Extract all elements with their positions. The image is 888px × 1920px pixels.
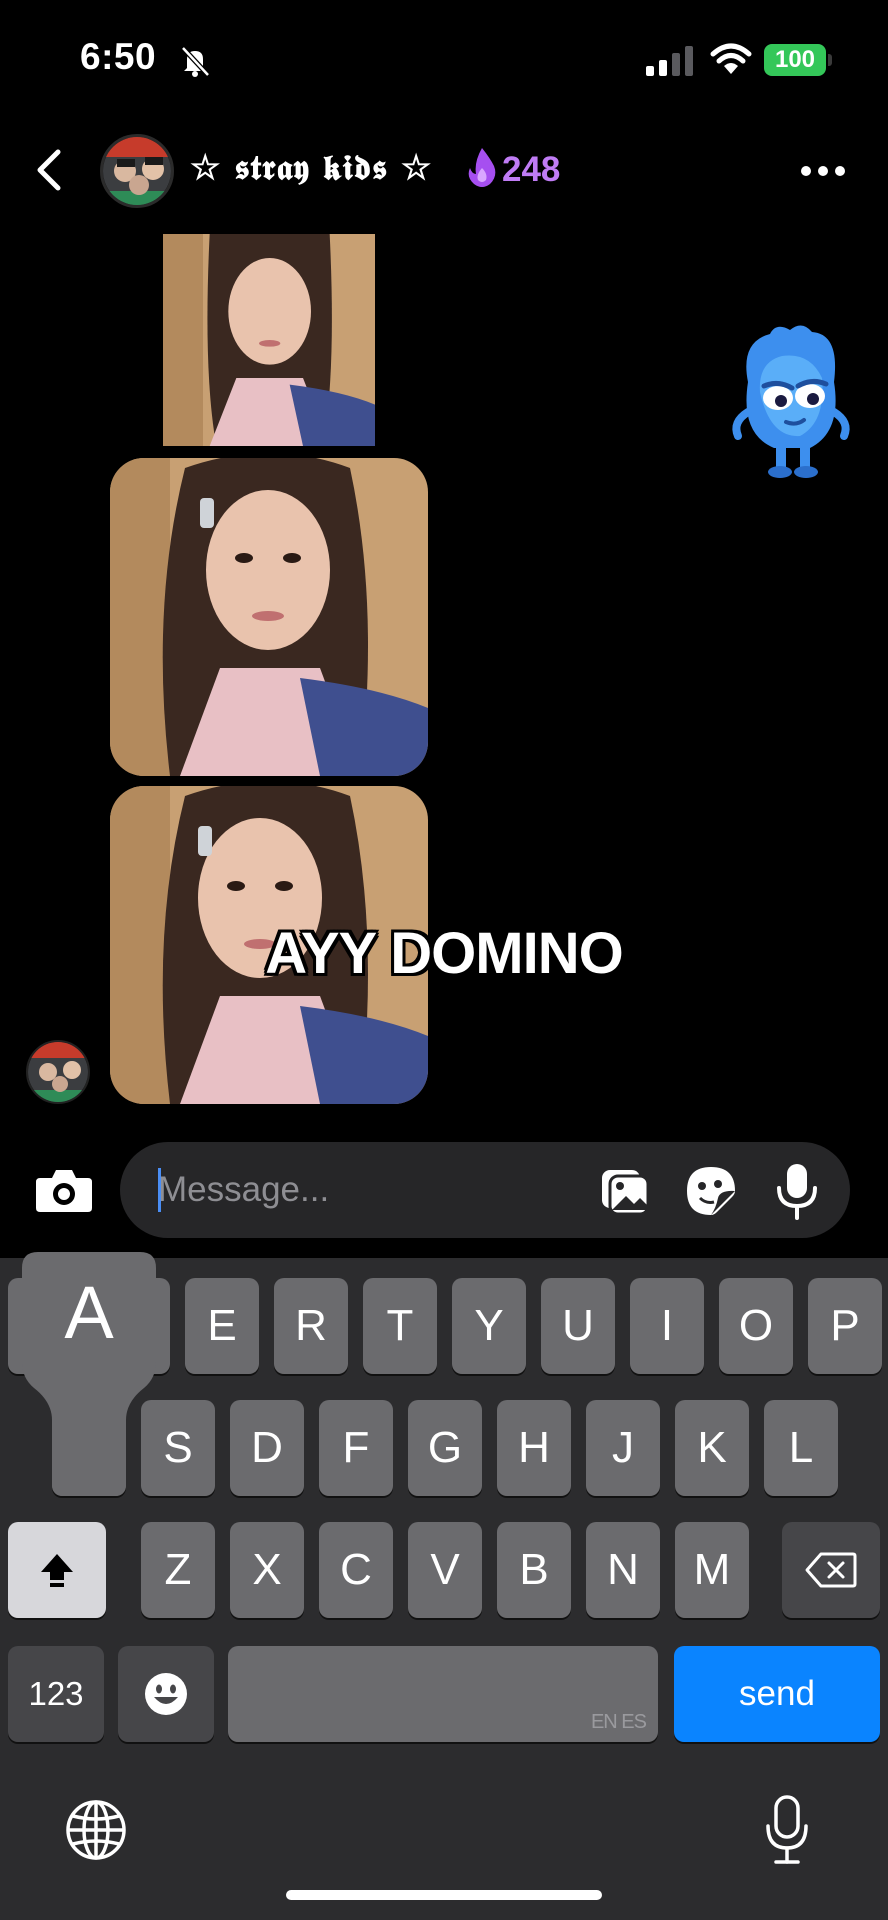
message-photo-2[interactable]	[110, 458, 428, 776]
key-z[interactable]: Z	[141, 1522, 215, 1618]
key-f[interactable]: F	[319, 1400, 393, 1496]
backspace-key[interactable]	[782, 1522, 880, 1618]
streak-count: 248	[502, 150, 561, 189]
key-k[interactable]: K	[675, 1400, 749, 1496]
flame-icon	[468, 148, 496, 187]
sender-avatar[interactable]	[26, 1040, 90, 1104]
key-h[interactable]: H	[497, 1400, 571, 1496]
key-x[interactable]: X	[230, 1522, 304, 1618]
key-y[interactable]: Y	[452, 1278, 526, 1374]
camera-icon[interactable]	[34, 1164, 94, 1216]
bell-slash-icon	[181, 46, 210, 77]
key-press-popup-letter: A	[64, 1271, 114, 1354]
backspace-icon	[805, 1552, 857, 1588]
text-caret	[158, 1168, 161, 1212]
key-d[interactable]: D	[230, 1400, 304, 1496]
key-t[interactable]: T	[363, 1278, 437, 1374]
message-input[interactable]	[158, 1164, 578, 1216]
key-j[interactable]: J	[586, 1400, 660, 1496]
emoji-icon	[145, 1673, 187, 1715]
key-r[interactable]: R	[274, 1278, 348, 1374]
key-u[interactable]: U	[541, 1278, 615, 1374]
key-o[interactable]: O	[719, 1278, 793, 1374]
status-time: 6:50	[80, 36, 157, 77]
video-caption-overlay: AYY DOMINO	[265, 921, 623, 986]
key-b[interactable]: B	[497, 1522, 571, 1618]
key-i[interactable]: I	[630, 1278, 704, 1374]
key-v[interactable]: V	[408, 1522, 482, 1618]
battery-icon: 100	[764, 44, 826, 76]
key-c[interactable]: C	[319, 1522, 393, 1618]
message-composer[interactable]	[120, 1142, 850, 1238]
wifi-icon	[710, 43, 752, 74]
gallery-icon[interactable]	[598, 1164, 652, 1218]
blue-flame-character-sticker[interactable]	[730, 322, 852, 482]
message-photo-1[interactable]	[110, 234, 428, 446]
key-n[interactable]: N	[586, 1522, 660, 1618]
space-bar[interactable]: EN ES	[228, 1646, 658, 1742]
shift-icon	[41, 1554, 73, 1587]
send-key[interactable]: send	[674, 1646, 880, 1742]
numbers-key[interactable]: 123	[8, 1646, 104, 1742]
emoji-key[interactable]	[118, 1646, 214, 1742]
signal-icon	[646, 46, 693, 76]
sticker-icon[interactable]	[684, 1164, 738, 1218]
key-g[interactable]: G	[408, 1400, 482, 1496]
home-indicator	[286, 1890, 602, 1900]
globe-icon[interactable]	[64, 1798, 128, 1862]
shift-key[interactable]	[8, 1522, 106, 1618]
key-p[interactable]: P	[808, 1278, 882, 1374]
group-name[interactable]: ☆ 𝖘𝖙𝖗𝖆𝖞 𝖐𝖎𝖉𝖘 ☆	[190, 148, 432, 188]
back-chevron-icon[interactable]	[30, 146, 70, 194]
key-m[interactable]: M	[675, 1522, 749, 1618]
more-dots-icon[interactable]	[800, 164, 846, 178]
language-hint: EN ES	[590, 1711, 647, 1733]
mic-icon[interactable]	[774, 1162, 820, 1220]
key-e[interactable]: E	[185, 1278, 259, 1374]
group-avatar[interactable]	[100, 134, 174, 208]
dictation-mic-icon[interactable]	[764, 1794, 810, 1866]
key-l[interactable]: L	[764, 1400, 838, 1496]
battery-cap	[828, 54, 832, 66]
